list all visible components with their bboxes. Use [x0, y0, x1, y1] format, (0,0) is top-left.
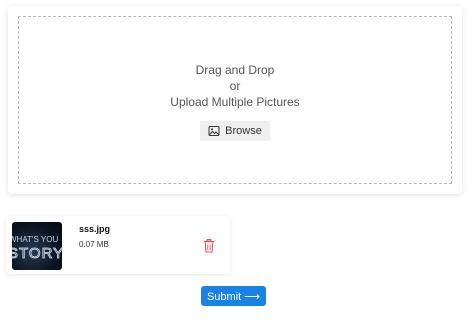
upload-multiple-text: Upload Multiple Pictures [170, 95, 300, 109]
upload-page: Drag and Drop or Upload Multiple Picture… [0, 0, 474, 320]
file-card: WHAT'S YOU STORY sss.jpg 0.07 MB [6, 216, 230, 274]
svg-text:WHAT'S YOU: WHAT'S YOU [12, 235, 58, 244]
image-icon [208, 125, 220, 137]
svg-text:STORY: STORY [12, 245, 62, 262]
delete-file-button[interactable] [203, 239, 215, 253]
trash-icon [203, 239, 215, 257]
file-name: sss.jpg [79, 224, 111, 234]
drop-zone[interactable]: Drag and Drop or Upload Multiple Picture… [18, 16, 452, 184]
upload-card: Drag and Drop or Upload Multiple Picture… [8, 6, 462, 194]
submit-button[interactable]: Submit ⟶ [201, 286, 266, 306]
file-thumbnail: WHAT'S YOU STORY [12, 222, 62, 270]
drag-drop-text: Drag and Drop [195, 63, 275, 77]
or-text: or [229, 79, 241, 93]
browse-label: Browse [225, 125, 262, 137]
browse-button[interactable]: Browse [200, 121, 270, 141]
file-size: 0.07 MB [79, 240, 109, 249]
